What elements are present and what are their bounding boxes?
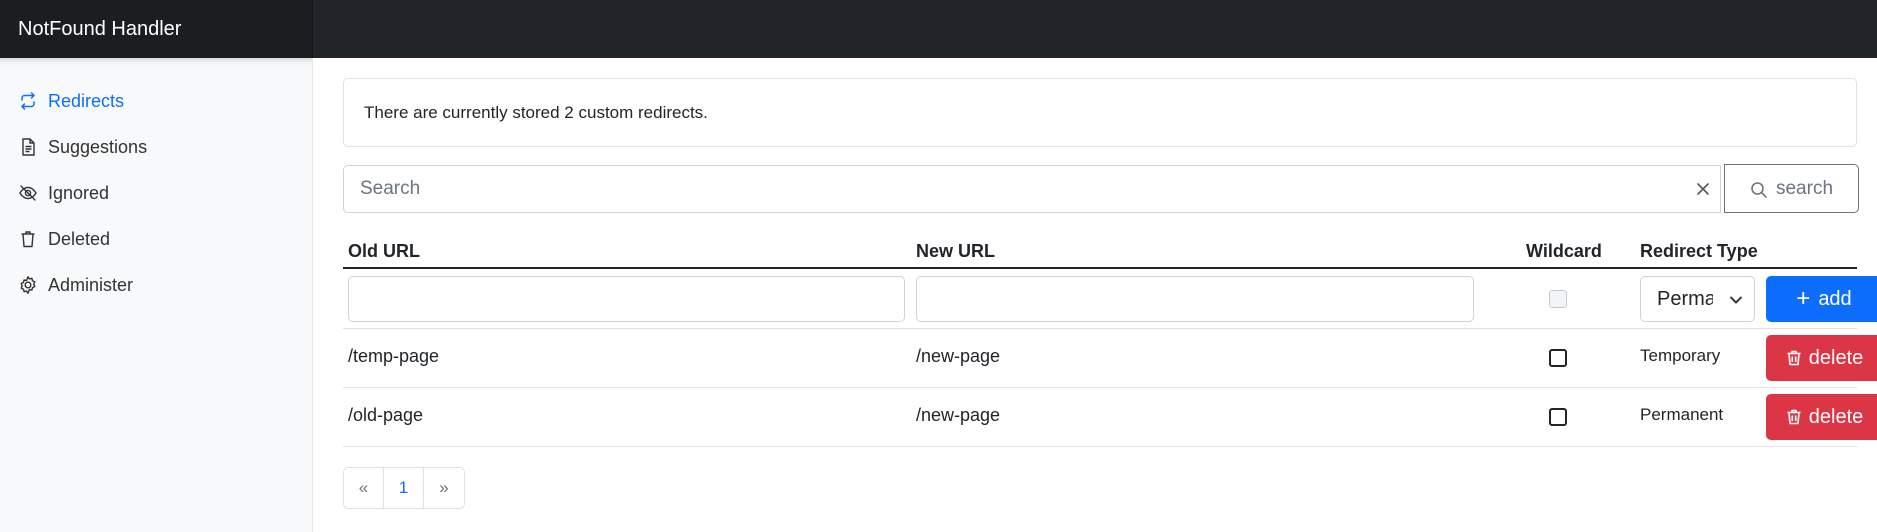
info-alert: There are currently stored 2 custom redi…: [343, 78, 1857, 147]
arrows-repeat-icon: [21, 92, 35, 110]
delete-button[interactable]: delete: [1766, 335, 1877, 381]
sidebar-item-deleted[interactable]: Deleted: [18, 227, 110, 251]
old-url-input[interactable]: [348, 276, 905, 322]
header-redirect-type: Redirect Type: [1640, 241, 1758, 261]
gear-icon: [20, 276, 36, 294]
top-navbar: NotFound Handler: [0, 0, 1877, 58]
redirect-type-value: Permanent: [1657, 288, 1713, 310]
pagination: « 1 »: [343, 467, 465, 509]
old-url-cell: /temp-page: [348, 346, 440, 366]
table-row: /temp-page /new-page Temporary delete: [343, 329, 1877, 388]
main-content: There are currently stored 2 custom redi…: [314, 58, 1877, 532]
delete-button-label: delete: [1808, 346, 1864, 369]
header-wildcard: Wildcard: [1526, 241, 1602, 261]
app-title[interactable]: NotFound Handler: [0, 0, 313, 58]
page-current[interactable]: 1: [384, 468, 424, 508]
new-redirect-row: Permanent + add: [343, 269, 1877, 329]
header-new-url: New URL: [916, 241, 996, 261]
sidebar-item-label: Administer: [48, 274, 134, 295]
delete-button-label: delete: [1808, 405, 1864, 428]
wildcard-checkbox[interactable]: [1549, 408, 1567, 426]
trash-icon: [1787, 350, 1801, 366]
add-button-label: add: [1818, 287, 1852, 310]
redirect-type-cell: Permanent: [1640, 405, 1724, 424]
clear-search-icon[interactable]: [1694, 180, 1712, 198]
eye-slash-icon: [19, 185, 37, 201]
search-button[interactable]: search: [1724, 164, 1859, 213]
sidebar-item-label: Suggestions: [48, 136, 148, 157]
file-text-icon: [22, 138, 35, 156]
trash-icon: [1787, 409, 1801, 425]
new-url-cell: /new-page: [916, 405, 1001, 425]
page-prev[interactable]: «: [344, 468, 384, 508]
sidebar-item-ignored[interactable]: Ignored: [18, 181, 109, 205]
search-group: [343, 165, 1721, 213]
plus-icon: +: [1796, 285, 1811, 312]
page-next[interactable]: »: [424, 468, 464, 508]
redirect-type-cell: Temporary: [1640, 346, 1721, 365]
wildcard-checkbox[interactable]: [1549, 290, 1567, 308]
table-row: /old-page /new-page Permanent delete: [343, 388, 1877, 447]
redirect-type-select[interactable]: Permanent: [1640, 276, 1755, 322]
wildcard-checkbox[interactable]: [1549, 349, 1567, 367]
sidebar-item-label: Deleted: [48, 228, 111, 249]
sidebar-item-suggestions[interactable]: Suggestions: [18, 135, 147, 159]
chevron-down-icon: [1730, 296, 1742, 304]
trash-icon: [21, 231, 35, 248]
sidebar: Redirects Suggestions Ignored Deleted Ad…: [0, 58, 313, 532]
sidebar-item-administer[interactable]: Administer: [18, 273, 133, 297]
header-old-url: Old URL: [348, 241, 420, 261]
sidebar-item-label: Ignored: [48, 182, 110, 203]
new-url-cell: /new-page: [916, 346, 1001, 366]
search-input[interactable]: [344, 166, 1664, 212]
old-url-cell: /old-page: [348, 405, 424, 425]
delete-button[interactable]: delete: [1766, 394, 1877, 440]
table-header: Old URL New URL Wildcard Redirect Type: [343, 237, 1857, 269]
sidebar-item-label: Redirects: [48, 90, 125, 111]
sidebar-item-redirects[interactable]: Redirects: [18, 89, 124, 113]
search-icon: [1751, 182, 1767, 198]
new-url-input[interactable]: [916, 276, 1474, 322]
add-button[interactable]: + add: [1766, 276, 1877, 322]
search-button-label: search: [1775, 177, 1834, 199]
